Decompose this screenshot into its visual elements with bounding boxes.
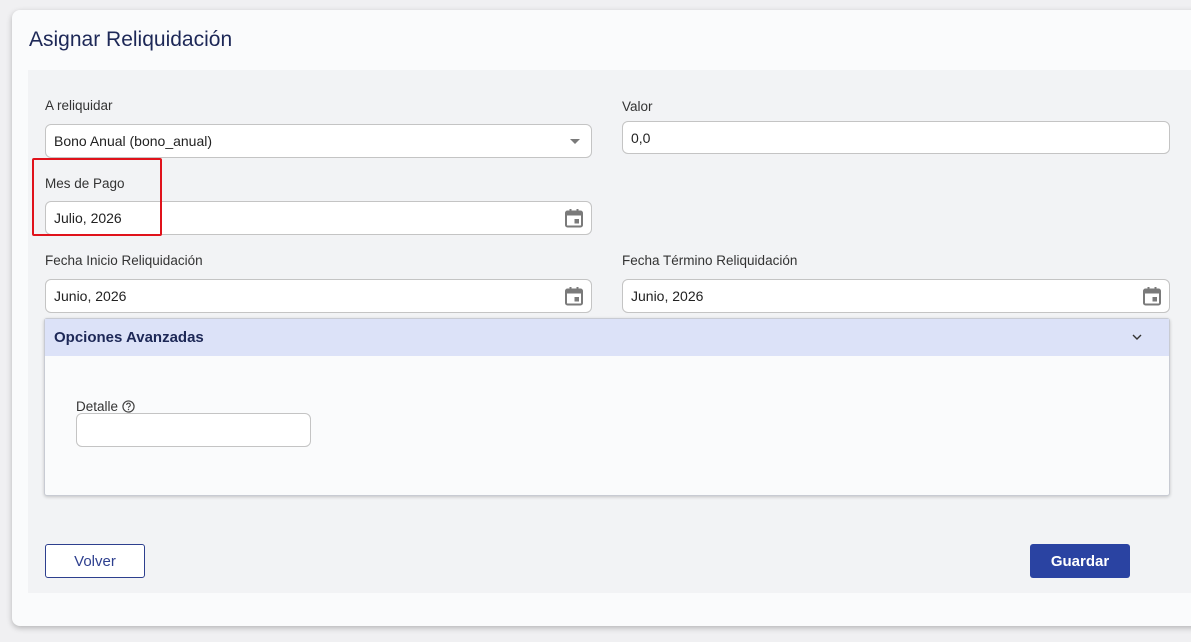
fecha-termino-input[interactable]: Junio, 2026 <box>622 279 1170 313</box>
detalle-label: Detalle <box>76 399 135 414</box>
a-reliquidar-value: Bono Anual (bono_anual) <box>54 133 213 149</box>
detalle-label-text: Detalle <box>76 399 119 414</box>
valor-input[interactable]: 0,0 <box>622 121 1170 154</box>
dropdown-caret-icon <box>570 139 580 144</box>
dialog-card: Asignar Reliquidación A reliquidar Bono … <box>12 10 1191 626</box>
help-icon[interactable] <box>122 400 135 413</box>
back-button[interactable]: Volver <box>45 544 145 578</box>
highlight-box <box>32 158 162 236</box>
detalle-input[interactable] <box>76 413 311 447</box>
advanced-options-panel: Opciones Avanzadas Detalle <box>44 318 1170 496</box>
calendar-icon[interactable] <box>564 286 584 306</box>
fecha-inicio-value: Junio, 2026 <box>54 288 127 304</box>
fecha-termino-value: Junio, 2026 <box>631 288 704 304</box>
calendar-icon[interactable] <box>564 208 584 228</box>
chevron-down-icon[interactable] <box>1131 331 1143 343</box>
valor-label: Valor <box>622 99 653 114</box>
page-title: Asignar Reliquidación <box>29 28 233 51</box>
valor-value: 0,0 <box>631 129 651 146</box>
fecha-inicio-label: Fecha Inicio Reliquidación <box>45 253 203 268</box>
advanced-options-header[interactable]: Opciones Avanzadas <box>45 319 1169 356</box>
a-reliquidar-select[interactable]: Bono Anual (bono_anual) <box>45 124 592 158</box>
fecha-termino-label: Fecha Término Reliquidación <box>622 253 798 268</box>
fecha-inicio-input[interactable]: Junio, 2026 <box>45 279 592 313</box>
a-reliquidar-label: A reliquidar <box>45 98 113 113</box>
advanced-options-title: Opciones Avanzadas <box>54 329 204 346</box>
calendar-icon[interactable] <box>1142 286 1162 306</box>
save-button[interactable]: Guardar <box>1030 544 1130 578</box>
